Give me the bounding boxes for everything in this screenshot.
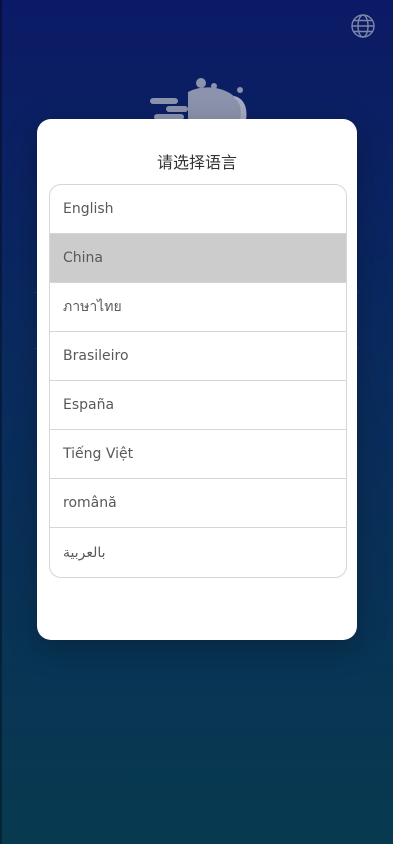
language-list: English China ภาษาไทย Brasileiro España … [49, 184, 347, 578]
language-option-brasileiro[interactable]: Brasileiro [50, 332, 346, 381]
language-select-modal: 请选择语言 English China ภาษาไทย Brasileiro E… [37, 119, 357, 640]
language-option-thai[interactable]: ภาษาไทย [50, 283, 346, 332]
language-option-arabic[interactable]: بالعربية [50, 528, 346, 577]
language-option-romana[interactable]: română [50, 479, 346, 528]
language-option-espana[interactable]: España [50, 381, 346, 430]
modal-title: 请选择语言 [156, 153, 237, 172]
language-option-vietnamese[interactable]: Tiếng Việt [50, 430, 346, 479]
language-option-english[interactable]: English [50, 185, 346, 234]
language-option-china[interactable]: China [50, 234, 346, 283]
